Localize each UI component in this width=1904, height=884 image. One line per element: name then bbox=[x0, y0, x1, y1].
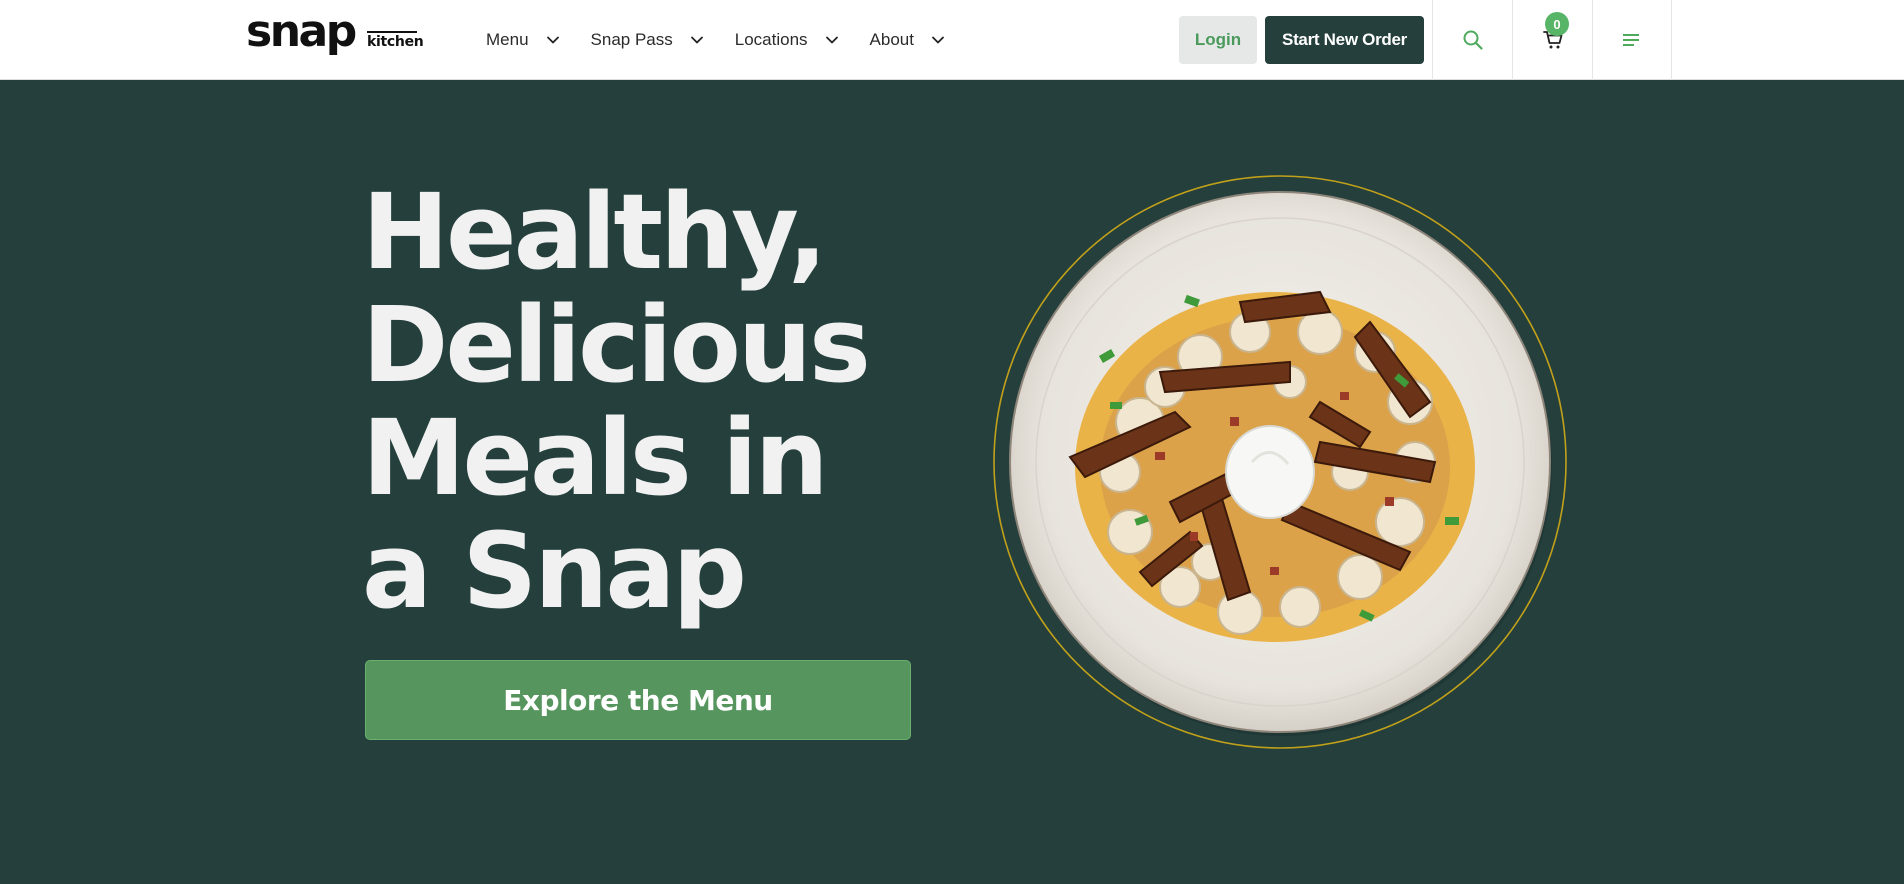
search-icon bbox=[1463, 30, 1483, 50]
hero-title: Healthy, Delicious Meals in a Snap bbox=[362, 176, 922, 628]
plate-illustration bbox=[993, 175, 1567, 749]
nav-item-label: Locations bbox=[734, 30, 808, 49]
nav-item-label: About bbox=[869, 30, 914, 49]
hero-title-line: a Snap bbox=[362, 510, 747, 632]
nav-item-menu[interactable]: Menu bbox=[486, 0, 561, 80]
explore-menu-button[interactable]: Explore the Menu bbox=[365, 660, 911, 740]
logo-rule bbox=[367, 31, 417, 33]
search-button[interactable] bbox=[1432, 0, 1512, 80]
nav-item-label: Menu bbox=[486, 30, 529, 49]
chevron-down-icon bbox=[932, 36, 944, 44]
chevron-down-icon bbox=[825, 36, 838, 44]
hamburger-menu-button[interactable] bbox=[1592, 0, 1672, 80]
hero-title-line: Healthy, bbox=[362, 171, 827, 293]
cart-count-badge: 0 bbox=[1545, 12, 1569, 36]
site-header: snap kitchen Menu Snap Pass Locations Ab… bbox=[0, 0, 1904, 80]
main-nav: Menu Snap Pass Locations About bbox=[486, 0, 976, 80]
snap-kitchen-logo[interactable]: snap kitchen bbox=[246, 10, 424, 58]
logo-subtext: kitchen bbox=[367, 34, 424, 50]
chevron-down-icon bbox=[546, 36, 559, 44]
hero-title-line: Delicious bbox=[362, 284, 871, 406]
start-new-order-button[interactable]: Start New Order bbox=[1265, 16, 1424, 64]
hero-title-line: Meals in bbox=[362, 397, 829, 519]
login-button[interactable]: Login bbox=[1179, 16, 1257, 64]
hamburger-menu-icon bbox=[1623, 34, 1639, 46]
nav-item-about[interactable]: About bbox=[870, 0, 946, 80]
nav-item-locations[interactable]: Locations bbox=[735, 0, 840, 80]
hero-food-image bbox=[990, 172, 1570, 752]
nav-item-snap-pass[interactable]: Snap Pass bbox=[591, 0, 705, 80]
logo-wordmark: snap bbox=[246, 6, 357, 57]
chevron-down-icon bbox=[690, 36, 703, 44]
nav-item-label: Snap Pass bbox=[590, 30, 673, 49]
